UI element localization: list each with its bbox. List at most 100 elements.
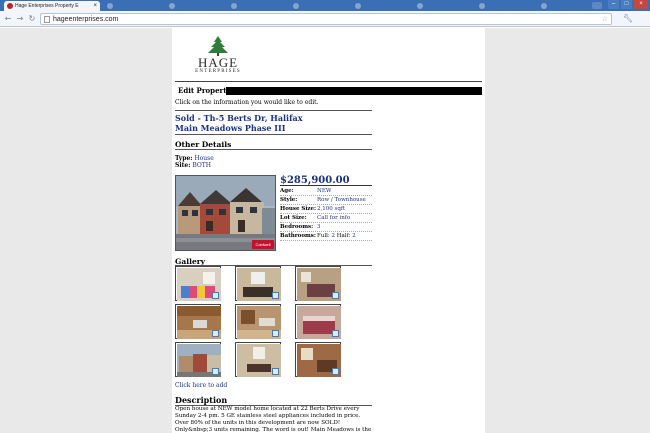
spec-row-bedrooms: Bedrooms: 3	[280, 223, 372, 232]
hage-logo[interactable]: HAGE ENTERPRISES	[188, 36, 248, 81]
back-arrow-icon[interactable]: ←	[3, 14, 13, 24]
page-viewport: HAGE ENTERPRISES Edit Property Click on …	[0, 28, 650, 433]
tab-other-2[interactable]	[166, 1, 226, 11]
header-bar	[226, 87, 482, 95]
spec-value[interactable]: Call for info	[317, 214, 350, 223]
half-bath-label: Half:	[336, 233, 351, 239]
logo-brand-text: HAGE	[197, 55, 239, 70]
gallery-thumbnail[interactable]	[175, 304, 221, 339]
tab-other-1[interactable]	[104, 1, 164, 11]
page-icon	[417, 3, 423, 9]
spec-row-bathrooms: Bathrooms: Full: 2 Half: 2	[280, 232, 372, 241]
tab-other-7[interactable]	[476, 1, 536, 11]
divider	[280, 185, 372, 186]
gallery-thumbnail[interactable]	[295, 342, 341, 377]
star-icon[interactable]: ☆	[602, 14, 608, 25]
edit-photo-icon[interactable]	[332, 330, 339, 337]
page-icon	[231, 3, 237, 9]
edit-photo-icon[interactable]	[212, 330, 219, 337]
page-icon	[541, 3, 547, 9]
tab-hage-enterprises[interactable]: Hage Enterprises Property E ×	[4, 1, 100, 11]
maximize-window-icon[interactable]: □	[621, 0, 632, 9]
spec-label: House Size:	[280, 206, 317, 212]
edit-property-label: Edit Property	[178, 86, 231, 95]
browser-tab-strip: Hage Enterprises Property E × – □ ×	[0, 0, 650, 11]
divider	[175, 110, 372, 111]
divider	[175, 81, 482, 82]
logo-sub-text: ENTERPRISES	[195, 69, 241, 74]
gallery-thumbnail[interactable]	[235, 266, 281, 301]
browser-toolbar: ← → ↻ hageenterprises.com ☆ 🔧︎	[0, 11, 650, 27]
edit-property-header: Edit Property	[175, 86, 482, 96]
spec-label: Lot Size:	[280, 215, 307, 221]
edit-photo-icon[interactable]	[272, 330, 279, 337]
new-tab-button[interactable]	[592, 2, 602, 9]
gallery-grid	[175, 266, 355, 377]
add-photo-link[interactable]: Click here to add	[175, 382, 227, 390]
edit-photo-icon[interactable]	[212, 292, 219, 299]
page-icon	[169, 3, 175, 9]
divider	[175, 134, 372, 135]
divider	[175, 149, 372, 150]
address-bar[interactable]: hageenterprises.com ☆	[40, 13, 612, 25]
tab-other-4[interactable]	[290, 1, 350, 11]
gallery-thumbnail[interactable]	[235, 304, 281, 339]
spec-row-house-size: House Size: 2,100 sqft	[280, 205, 372, 214]
edit-photo-icon[interactable]	[272, 368, 279, 375]
forward-arrow-icon[interactable]: →	[15, 14, 25, 24]
spec-row-age: Age: NEW	[280, 187, 372, 196]
content-column: HAGE ENTERPRISES Edit Property Click on …	[172, 28, 485, 433]
townhouse-photo	[176, 176, 275, 250]
url-text: hageenterprises.com	[53, 16, 119, 23]
spec-value[interactable]: Row / Townhouse	[317, 196, 366, 205]
site-value[interactable]: BOTH	[192, 162, 211, 169]
property-subdivision[interactable]: Main Meadows Phase III	[175, 123, 302, 133]
page-icon	[355, 3, 361, 9]
page-icon	[44, 16, 50, 23]
reload-icon[interactable]: ↻	[27, 14, 37, 24]
half-bath-value[interactable]: 2	[352, 233, 356, 239]
close-window-icon[interactable]: ×	[634, 0, 648, 9]
property-title[interactable]: Sold - Th-5 Berts Dr, Halifax Main Meado…	[175, 113, 302, 133]
description-heading: Description	[175, 395, 228, 405]
spec-value[interactable]: 2,100 sqft	[317, 205, 345, 214]
minimize-window-icon[interactable]: –	[608, 0, 619, 9]
spec-row-lot-size: Lot Size: Call for info	[280, 214, 372, 223]
tab-other-3[interactable]	[228, 1, 288, 11]
gallery-thumbnail[interactable]	[295, 304, 341, 339]
wrench-icon[interactable]: 🔧︎	[622, 14, 634, 24]
other-details-heading: Other Details	[175, 140, 232, 149]
full-bath-value[interactable]: 2	[331, 233, 335, 239]
instructions-text: Click on the information you would like …	[175, 99, 319, 106]
gallery-thumbnail[interactable]	[295, 266, 341, 301]
hage-logo-icon	[7, 3, 13, 9]
full-bath-label: Full:	[317, 233, 330, 239]
close-tab-icon[interactable]: ×	[93, 1, 97, 11]
spec-value[interactable]: 3	[317, 223, 321, 232]
description-text[interactable]: Open house at NEW model home located at …	[175, 406, 374, 433]
gallery-thumbnail[interactable]	[235, 342, 281, 377]
spec-row-style: Style: Row / Townhouse	[280, 196, 372, 205]
edit-photo-icon[interactable]	[212, 368, 219, 375]
edit-photo-icon[interactable]	[272, 292, 279, 299]
spec-label: Style:	[280, 197, 298, 203]
type-label: Type:	[175, 155, 193, 162]
page-icon	[293, 3, 299, 9]
tree-icon	[208, 36, 228, 56]
broker-badge: Coldwell	[252, 240, 274, 249]
gallery-thumbnail[interactable]	[175, 342, 221, 377]
site-row: Site: BOTH	[175, 162, 211, 169]
edit-photo-icon[interactable]	[332, 292, 339, 299]
gallery-thumbnail[interactable]	[175, 266, 221, 301]
tab-other-6[interactable]	[414, 1, 474, 11]
property-address[interactable]: Sold - Th-5 Berts Dr, Halifax	[175, 113, 302, 123]
spec-label: Bathrooms:	[280, 233, 316, 239]
tab-other-8[interactable]	[538, 1, 588, 11]
spec-value[interactable]: Full: 2 Half: 2	[317, 232, 356, 241]
edit-photo-icon[interactable]	[332, 368, 339, 375]
type-row: Type: House	[175, 155, 214, 162]
type-value[interactable]: House	[194, 155, 213, 162]
tab-other-5[interactable]	[352, 1, 412, 11]
main-property-photo[interactable]: Coldwell	[175, 175, 276, 251]
spec-value[interactable]: NEW	[317, 187, 331, 196]
